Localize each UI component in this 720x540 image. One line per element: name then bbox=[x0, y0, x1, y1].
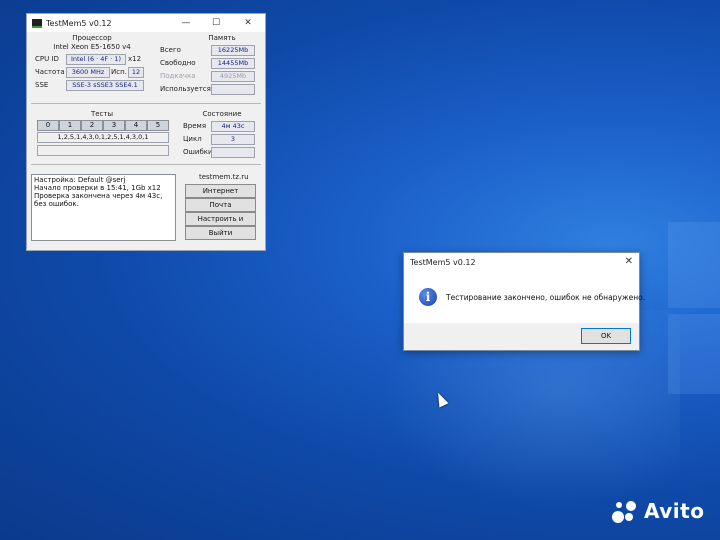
internet-button[interactable]: Интернет bbox=[185, 184, 256, 198]
completion-dialog: TestMem5 v0.12 ✕ i Тестирование закончен… bbox=[403, 252, 645, 351]
info-icon: i bbox=[419, 288, 437, 306]
used-threads-label: Исп. bbox=[111, 68, 127, 76]
log-line: без ошибок. bbox=[34, 200, 79, 208]
dialog-close-button[interactable]: ✕ bbox=[625, 256, 633, 267]
cycle-label: Цикл bbox=[183, 135, 202, 143]
cpuid-field: Intel (6 · 4F · 1) bbox=[66, 54, 126, 65]
time-label: Время bbox=[183, 122, 207, 130]
test-sequence: 1,2,5,1,4,3,0,1,2,5,1,4,3,0,1 bbox=[37, 132, 169, 143]
minimize-button[interactable]: — bbox=[173, 14, 199, 32]
testmem-window: TestMem5 v0.12 — ☐ ✕ Процессор Intel Xeo… bbox=[26, 13, 266, 251]
status-header: Состояние bbox=[202, 110, 242, 118]
test-index-3: 3 bbox=[103, 120, 125, 131]
mem-total-label: Всего bbox=[160, 46, 181, 54]
cpuid-label: CPU ID bbox=[35, 55, 59, 63]
tests-header: Тесты bbox=[90, 110, 114, 118]
mem-swap-label: Подкачка bbox=[160, 72, 196, 80]
mem-used-label: Используется bbox=[160, 85, 211, 93]
cpu-header: Процессор bbox=[72, 34, 112, 42]
memory-chip-icon bbox=[32, 18, 42, 28]
avito-watermark: Avito bbox=[612, 497, 704, 525]
test-index-1: 1 bbox=[59, 120, 81, 131]
exit-button[interactable]: Выйти bbox=[185, 226, 256, 240]
avito-watermark-text: Avito bbox=[644, 499, 705, 523]
test-progress-bar bbox=[37, 145, 169, 156]
avito-logo-icon bbox=[612, 497, 640, 525]
desktop-window-logo-pane-top bbox=[668, 222, 720, 308]
close-button[interactable]: ✕ bbox=[235, 14, 261, 32]
testmem-body: Процессор Intel Xeon E5-1650 v4 CPU ID I… bbox=[27, 32, 265, 250]
mem-free-field: 14455Mb bbox=[211, 58, 255, 69]
log-line: Настройка: Default @serj bbox=[34, 176, 126, 184]
test-index-5: 5 bbox=[147, 120, 169, 131]
mem-used-field bbox=[211, 84, 255, 95]
dialog-content: i Тестирование закончено, ошибок не обна… bbox=[404, 273, 645, 323]
used-threads-field: 12 bbox=[128, 67, 144, 78]
test-index-0: 0 bbox=[37, 120, 59, 131]
ok-button[interactable]: OK bbox=[581, 328, 631, 344]
time-field: 4м 43с bbox=[211, 121, 255, 132]
log-line: Начало проверки в 15:41, 1Gb x12 bbox=[34, 184, 161, 192]
cpu-threads: x12 bbox=[128, 55, 142, 63]
freq-label: Частота bbox=[35, 68, 65, 76]
errors-label: Ошибки bbox=[183, 148, 213, 156]
log-line: Проверка закончена через 4м 43с, bbox=[34, 192, 163, 200]
cpu-name: Intel Xeon E5-1650 v4 bbox=[53, 43, 131, 51]
testmem-titlebar[interactable]: TestMem5 v0.12 — ☐ ✕ bbox=[27, 14, 265, 32]
sse-label: SSE bbox=[35, 81, 49, 89]
test-index-2: 2 bbox=[81, 120, 103, 131]
log-area[interactable]: Настройка: Default @serj Начало проверки… bbox=[31, 174, 176, 241]
errors-field bbox=[211, 147, 255, 158]
freq-field: 3600 MHz bbox=[66, 67, 110, 78]
site-link[interactable]: testmem.tz.ru bbox=[199, 173, 249, 181]
mail-button[interactable]: Почта bbox=[185, 198, 256, 212]
sse-field: SSE-3 sSSE3 SSE4.1 bbox=[66, 80, 144, 91]
section-divider-2 bbox=[31, 164, 261, 165]
mem-total-field: 16225Mb bbox=[211, 45, 255, 56]
test-index-4: 4 bbox=[125, 120, 147, 131]
mem-free-label: Свободно bbox=[160, 59, 196, 67]
dialog-message: Тестирование закончено, ошибок не обнару… bbox=[446, 293, 646, 302]
dialog-titlebar[interactable]: TestMem5 v0.12 ✕ bbox=[404, 253, 639, 273]
cycle-field: 3 bbox=[211, 134, 255, 145]
mem-swap-field: 4925Mb bbox=[211, 71, 255, 82]
maximize-button[interactable]: ☐ bbox=[203, 14, 229, 32]
window-title: TestMem5 v0.12 bbox=[46, 18, 112, 28]
section-divider bbox=[31, 103, 261, 104]
dialog-title: TestMem5 v0.12 bbox=[410, 258, 476, 267]
setup-exit-button[interactable]: Настроить и выйти bbox=[185, 212, 256, 235]
memory-header: Память bbox=[208, 34, 236, 42]
